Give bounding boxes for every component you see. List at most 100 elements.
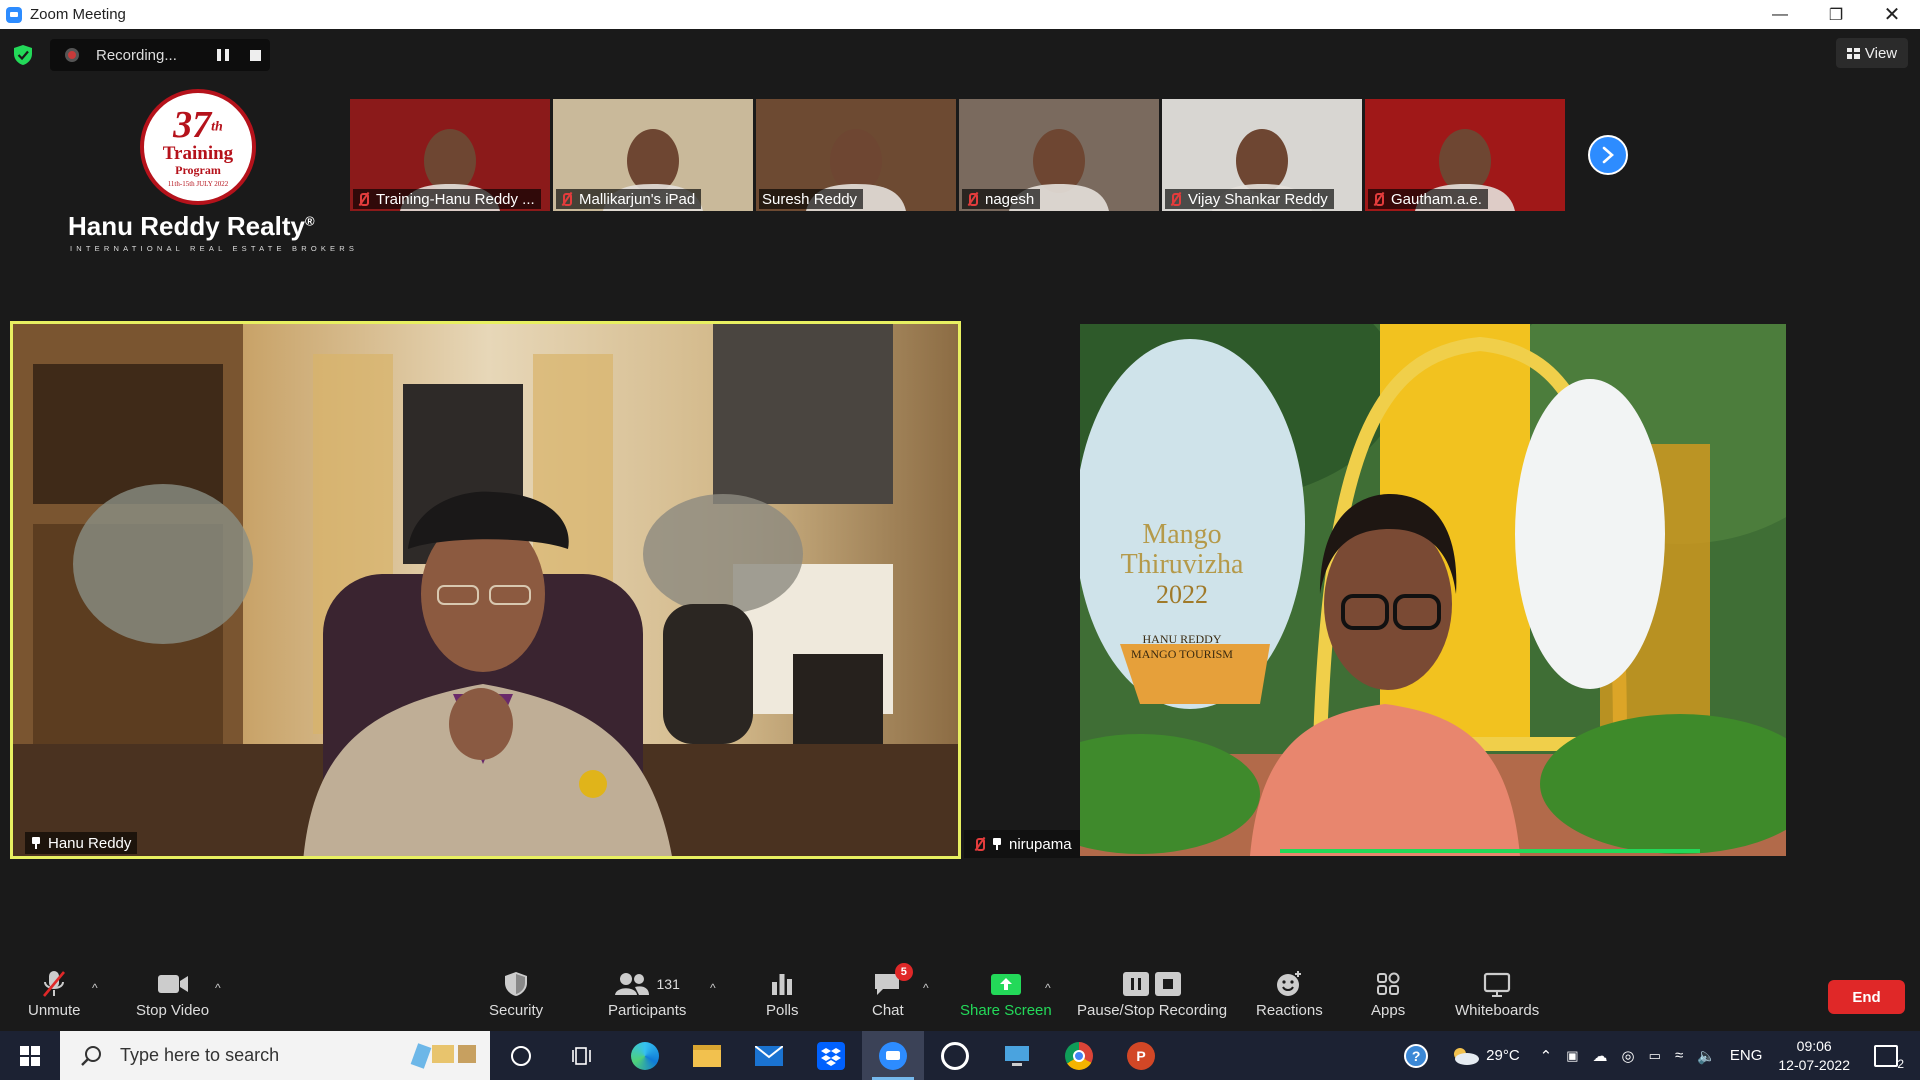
participant-thumbnail[interactable]: nagesh — [959, 99, 1159, 211]
encryption-shield-icon[interactable] — [14, 45, 32, 65]
chat-button[interactable]: 5 Chat — [872, 963, 913, 1019]
share-screen-button[interactable]: Share Screen — [960, 967, 1052, 1019]
restore-button[interactable]: ❐ — [1808, 0, 1864, 29]
taskbar-powerpoint[interactable]: P — [1110, 1031, 1172, 1080]
taskbar-dropbox[interactable] — [800, 1031, 862, 1080]
search-icon — [81, 1045, 101, 1066]
taskbar-clock[interactable]: 09:06 12-07-2022 — [1778, 1037, 1850, 1075]
taskbar-zoom[interactable] — [862, 1031, 924, 1080]
taskbar-file-explorer[interactable] — [676, 1031, 738, 1080]
participants-count: 131 — [656, 976, 680, 992]
help-icon[interactable]: ? — [1404, 1043, 1429, 1068]
edge-browser-icon — [631, 1041, 659, 1070]
participants-button[interactable]: 131 Participants — [608, 967, 686, 1019]
stop-video-button[interactable]: Stop Video — [136, 967, 209, 1019]
share-screen-arrow-icon — [990, 974, 1021, 995]
participant-name-label: nirupama — [964, 830, 1080, 858]
participants-icon — [614, 973, 649, 995]
taskbar-chrome[interactable] — [1048, 1031, 1110, 1080]
apps-icon — [1377, 972, 1400, 995]
search-highlight-icon — [410, 1042, 476, 1069]
end-meeting-button[interactable]: End — [1828, 980, 1905, 1014]
app-ring-icon — [941, 1041, 969, 1070]
next-page-button[interactable] — [1588, 135, 1628, 175]
polls-bar-chart-icon — [772, 974, 793, 995]
pause-recording-icon[interactable] — [217, 49, 229, 61]
weather-cloud-icon[interactable] — [1450, 1046, 1480, 1066]
whiteboard-icon — [1484, 972, 1511, 997]
muted-mic-icon — [972, 837, 986, 851]
whiteboards-button[interactable]: Whiteboards — [1455, 967, 1539, 1019]
share-options-caret-icon[interactable]: ^ — [1045, 981, 1051, 995]
event-logo: 37th Training Program 11th-15th JULY 202… — [60, 89, 354, 259]
reactions-smiley-icon — [1277, 971, 1302, 996]
zoom-app-icon — [6, 6, 22, 23]
active-speaker-name-label: Hanu Reddy — [25, 832, 138, 854]
taskbar-mail[interactable] — [738, 1031, 800, 1080]
wifi-icon[interactable]: ≈ — [1675, 1047, 1683, 1064]
view-button[interactable]: View — [1836, 38, 1908, 68]
participant-thumbnail-label: Suresh Reddy — [759, 189, 864, 209]
input-language[interactable]: ENG — [1730, 1047, 1763, 1064]
battery-icon[interactable]: ▭ — [1649, 1048, 1661, 1064]
active-speaker-tile[interactable]: Hanu Reddy — [10, 321, 961, 859]
window-titlebar: Zoom Meeting — ❐ ✕ — [0, 0, 1920, 29]
taskbar-edge[interactable] — [614, 1031, 676, 1080]
reactions-button[interactable]: Reactions — [1256, 967, 1323, 1019]
search-placeholder: Type here to search — [120, 1045, 280, 1065]
microphone-icon[interactable]: ◎ — [1622, 1047, 1635, 1065]
notifications-count: 2 — [1897, 1056, 1904, 1071]
system-tray: ? 29°C ⌃ ▣ ☁ ◎ ▭ ≈ 🔈 ENG 09:06 12-07-202… — [1404, 1031, 1920, 1080]
task-view-button[interactable] — [552, 1031, 614, 1080]
cortana-button[interactable] — [490, 1031, 552, 1080]
pause-stop-recording-button[interactable]: Pause/Stop Recording — [1077, 967, 1227, 1019]
weather-temperature: 29°C — [1486, 1047, 1520, 1064]
chat-caret-icon[interactable]: ^ — [923, 981, 929, 995]
notifications-icon[interactable]: 2 — [1874, 1044, 1904, 1071]
powerpoint-icon: P — [1127, 1041, 1155, 1070]
security-shield-icon — [505, 972, 528, 996]
participant-thumbnail[interactable]: Training-Hanu Reddy ... — [350, 99, 550, 211]
participant-thumbnail[interactable]: Vijay Shankar Reddy — [1162, 99, 1362, 211]
participant-thumbnail-label: Vijay Shankar Reddy — [1165, 189, 1334, 209]
muted-mic-icon — [1168, 192, 1182, 206]
participant-thumbnail-label: nagesh — [962, 189, 1041, 209]
taskbar-remote-desktop[interactable] — [986, 1031, 1048, 1080]
mango-festival-sign: Mango Thiruvizha 2022 HANU REDDY MANGO T… — [1120, 519, 1244, 662]
chevron-up-icon[interactable]: ⌃ — [1540, 1047, 1553, 1065]
participant-thumbnail-label: Gautham.a.e. — [1368, 189, 1488, 209]
muted-mic-icon — [1371, 192, 1385, 206]
muted-microphone-icon — [43, 971, 66, 997]
pin-icon — [31, 837, 41, 849]
meet-now-icon[interactable]: ▣ — [1566, 1048, 1578, 1064]
recording-status: Recording... — [96, 46, 177, 64]
participant-thumbnail[interactable]: Suresh Reddy — [756, 99, 956, 211]
participant-video-tile[interactable]: Mango Thiruvizha 2022 HANU REDDY MANGO T… — [1080, 324, 1786, 856]
close-button[interactable]: ✕ — [1864, 0, 1920, 29]
participant-thumbnail-label: Training-Hanu Reddy ... — [353, 189, 541, 209]
brand-name: Hanu Reddy Realty® — [68, 211, 315, 241]
participants-caret-icon[interactable]: ^ — [710, 981, 716, 995]
video-options-caret-icon[interactable]: ^ — [215, 981, 221, 995]
onedrive-cloud-icon[interactable]: ☁ — [1593, 1047, 1608, 1065]
audio-options-caret-icon[interactable]: ^ — [92, 981, 98, 995]
meeting-area: Recording... View 37th Training Program … — [0, 29, 1920, 959]
muted-mic-icon — [965, 192, 979, 206]
participant-thumbnail[interactable]: Gautham.a.e. — [1365, 99, 1565, 211]
security-button[interactable]: Security — [489, 967, 543, 1019]
start-button[interactable] — [0, 1031, 60, 1080]
stop-recording-icon[interactable] — [250, 50, 261, 61]
volume-icon[interactable]: 🔈 — [1697, 1047, 1716, 1065]
minimize-button[interactable]: — — [1752, 0, 1808, 29]
video-camera-icon — [157, 975, 188, 993]
participant-thumbnail[interactable]: Mallikarjun's iPad — [553, 99, 753, 211]
taskbar-app-circle[interactable] — [924, 1031, 986, 1080]
meeting-toolbar: Unmute ^ Stop Video ^ Security 131 Parti… — [0, 959, 1920, 1031]
polls-button[interactable]: Polls — [766, 967, 799, 1019]
taskbar-search-box[interactable]: Type here to search — [60, 1031, 490, 1080]
task-view-icon — [572, 1046, 591, 1065]
apps-button[interactable]: Apps — [1371, 967, 1405, 1019]
unmute-button[interactable]: Unmute — [28, 967, 81, 1019]
clock-time: 09:06 — [1796, 1037, 1832, 1054]
recording-dot-icon — [65, 48, 79, 62]
